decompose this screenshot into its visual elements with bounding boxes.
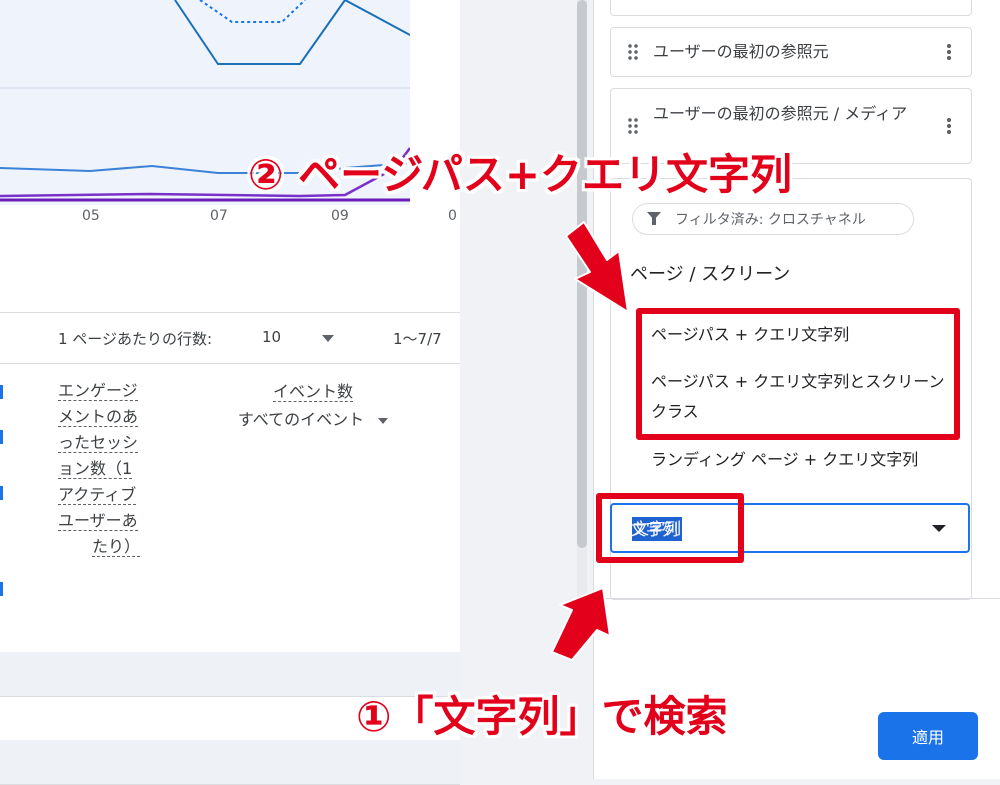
annotation-step1-text: ①「文字列」で検索	[356, 692, 728, 741]
annotation-arrows	[551, 221, 629, 661]
annotation-step2-text: ② ページパス+クエリ文字列	[248, 150, 793, 199]
arrow-to-options	[565, 221, 629, 313]
arrow-to-search	[551, 587, 611, 661]
